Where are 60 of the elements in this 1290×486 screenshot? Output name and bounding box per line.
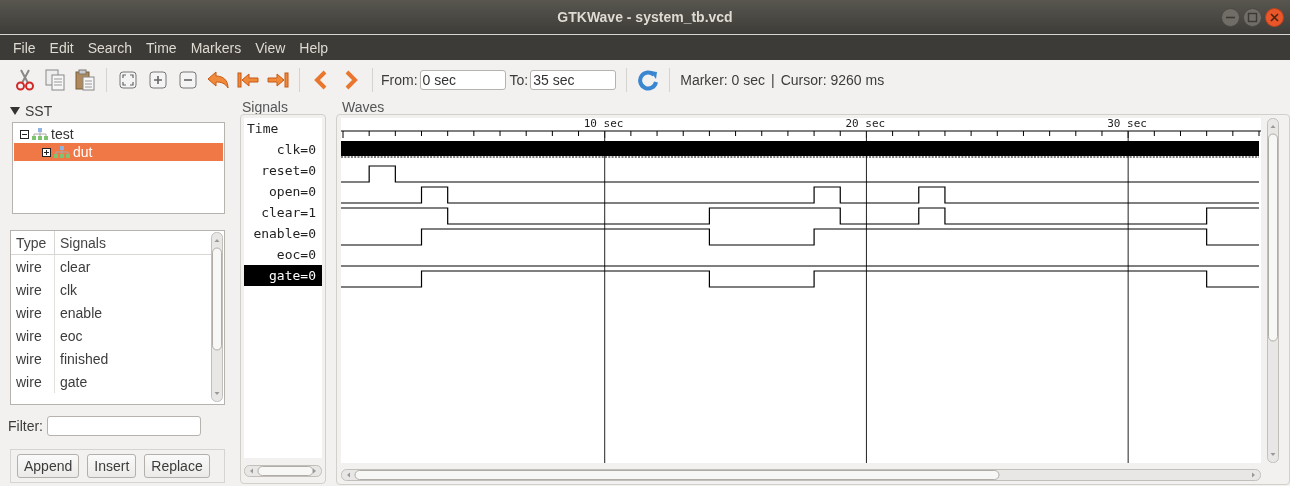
time-label: Time: [246, 120, 280, 138]
scrollbar[interactable]: [341, 469, 1261, 481]
menu-item[interactable]: Search: [80, 39, 140, 56]
ruler-label: 10 sec: [583, 118, 624, 130]
cursor-readout: Cursor: 9260 ms: [780, 72, 885, 88]
readout-divider: |: [771, 72, 775, 88]
table-cell-text: gate: [59, 373, 88, 390]
from-label: From:: [381, 72, 418, 88]
ruler-label: 30 sec: [1107, 118, 1147, 130]
hierarchy-icon: [54, 146, 70, 158]
filter-label: Filter:: [8, 418, 43, 434]
action-button[interactable]: Append: [17, 454, 80, 478]
action-button[interactable]: Replace: [144, 454, 210, 478]
table-cell: wire: [11, 324, 55, 347]
tree-item[interactable]: test: [14, 125, 223, 143]
to-field[interactable]: 35 sec: [530, 70, 617, 90]
marker-readout: Marker: 0 sec: [680, 72, 766, 88]
panel-title: Waves: [341, 100, 386, 114]
table-cell: wire: [11, 301, 55, 324]
menu-item[interactable]: File: [6, 39, 43, 56]
table-cell-text: finished: [59, 350, 109, 367]
scrollbar[interactable]: [1267, 118, 1279, 463]
table-cell: wire: [11, 370, 55, 393]
menu-item[interactable]: Edit: [42, 39, 81, 56]
menu-item[interactable]: Markers: [183, 39, 249, 56]
to-label: To:: [509, 72, 529, 88]
ruler-label: 20 sec: [845, 118, 886, 130]
table-cell: wire: [11, 347, 55, 370]
collapse-icon[interactable]: [20, 129, 29, 139]
signal-name[interactable]: reset=0: [244, 160, 322, 181]
expand-icon[interactable]: [42, 147, 51, 157]
menu-item[interactable]: Help: [292, 39, 336, 56]
panel-title: Signals: [241, 100, 289, 114]
minimize-icon[interactable]: [1221, 8, 1240, 27]
table-cell-text: clear: [59, 258, 91, 275]
close-icon[interactable]: [1265, 8, 1284, 27]
table-cell: wire: [11, 278, 55, 301]
window-title: GTKWave - system_tb.vcd: [556, 9, 734, 25]
from-field[interactable]: 0 sec: [419, 70, 506, 90]
filter-field[interactable]: [47, 416, 201, 436]
column-header[interactable]: Signals: [55, 234, 106, 251]
table-cell: wire: [11, 255, 55, 278]
column-header[interactable]: Type: [11, 231, 55, 254]
table-cell-text: enable: [59, 304, 103, 321]
signal-name[interactable]: enable=0: [244, 223, 322, 244]
hierarchy-icon: [32, 128, 48, 140]
maximize-icon[interactable]: [1243, 8, 1262, 27]
panel-title: SST: [25, 103, 53, 119]
signal-name[interactable]: clk=0: [244, 139, 322, 160]
table-cell-text: clk: [59, 281, 78, 298]
signal-name[interactable]: clear=1: [244, 202, 322, 223]
scrollbar[interactable]: [211, 232, 223, 402]
scrollbar[interactable]: [244, 465, 322, 477]
menu-item[interactable]: Time: [139, 39, 184, 56]
table-cell-text: eoc: [59, 327, 83, 344]
action-button[interactable]: Insert: [87, 454, 137, 478]
menu-item[interactable]: View: [248, 39, 293, 56]
signal-name[interactable]: gate=0: [244, 265, 322, 286]
signal-name[interactable]: eoc=0: [244, 244, 322, 265]
signal-name[interactable]: open=0: [244, 181, 322, 202]
